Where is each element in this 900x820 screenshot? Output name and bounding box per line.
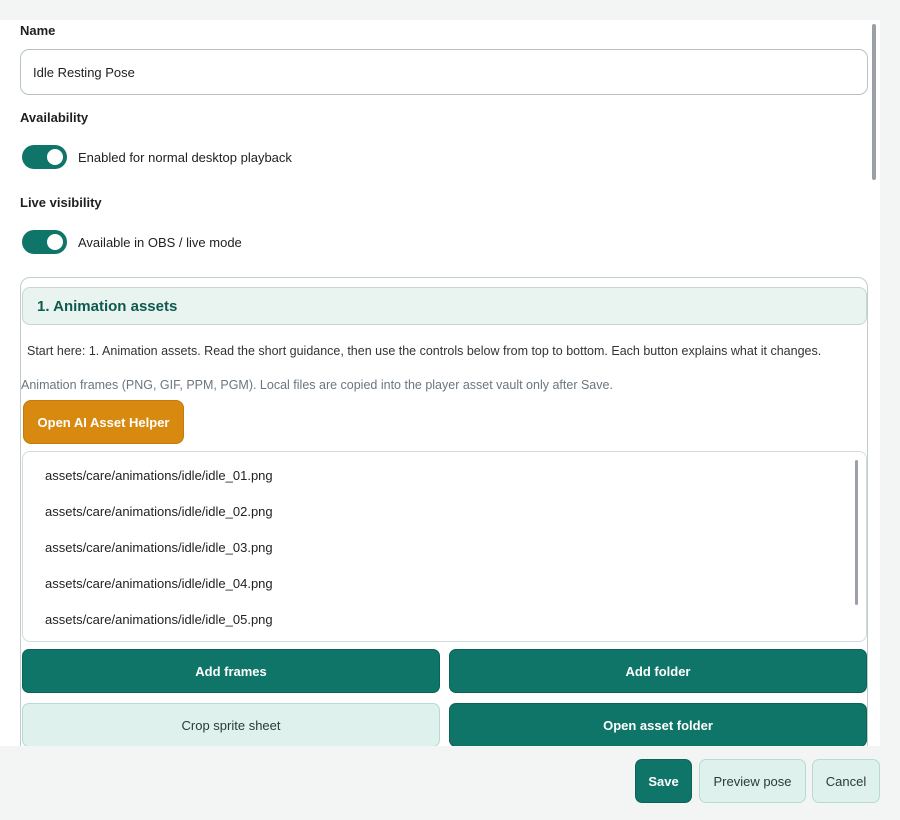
toggle-knob — [47, 149, 63, 165]
name-label: Name — [20, 23, 56, 38]
toggle-knob — [47, 234, 63, 250]
live-visibility-toggle-row[interactable]: Available in OBS / live mode — [22, 230, 242, 254]
section-guidance: Start here: 1. Animation assets. Read th… — [27, 344, 822, 358]
availability-toggle-row[interactable]: Enabled for normal desktop playback — [22, 145, 292, 169]
live-visibility-toggle-text: Available in OBS / live mode — [78, 234, 242, 250]
animation-assets-section: 1. Animation assets Start here: 1. Anima… — [20, 277, 868, 746]
frame-list[interactable]: assets/care/animations/idle/idle_01.png … — [22, 451, 867, 642]
name-input[interactable] — [20, 49, 868, 95]
section-header[interactable]: 1. Animation assets — [22, 287, 867, 325]
availability-label: Availability — [20, 110, 89, 125]
cancel-button[interactable]: Cancel — [812, 759, 880, 803]
frame-list-scrollbar[interactable] — [855, 460, 858, 605]
open-ai-asset-helper-button[interactable]: Open AI Asset Helper — [23, 400, 184, 444]
live-visibility-toggle[interactable] — [22, 230, 67, 254]
preview-pose-button[interactable]: Preview pose — [699, 759, 806, 803]
list-item[interactable]: assets/care/animations/idle/idle_05.png — [23, 602, 866, 638]
crop-sprite-sheet-button[interactable]: Crop sprite sheet — [22, 703, 440, 746]
pose-editor-scroll-area[interactable]: Name Availability Enabled for normal des… — [0, 20, 880, 746]
list-item[interactable]: assets/care/animations/idle/idle_01.png — [23, 458, 866, 494]
form-scrollbar[interactable] — [872, 24, 876, 180]
list-item[interactable]: assets/care/animations/idle/idle_04.png — [23, 566, 866, 602]
availability-toggle[interactable] — [22, 145, 67, 169]
add-frames-button[interactable]: Add frames — [22, 649, 440, 693]
save-button[interactable]: Save — [635, 759, 692, 803]
live-visibility-label: Live visibility — [20, 195, 102, 210]
add-folder-button[interactable]: Add folder — [449, 649, 867, 693]
list-item[interactable]: assets/care/animations/idle/idle_02.png — [23, 494, 866, 530]
availability-toggle-text: Enabled for normal desktop playback — [78, 149, 292, 165]
open-asset-folder-button[interactable]: Open asset folder — [449, 703, 867, 746]
list-item[interactable]: assets/care/animations/idle/idle_03.png — [23, 530, 866, 566]
section-hint: Animation frames (PNG, GIF, PPM, PGM). L… — [21, 378, 613, 392]
